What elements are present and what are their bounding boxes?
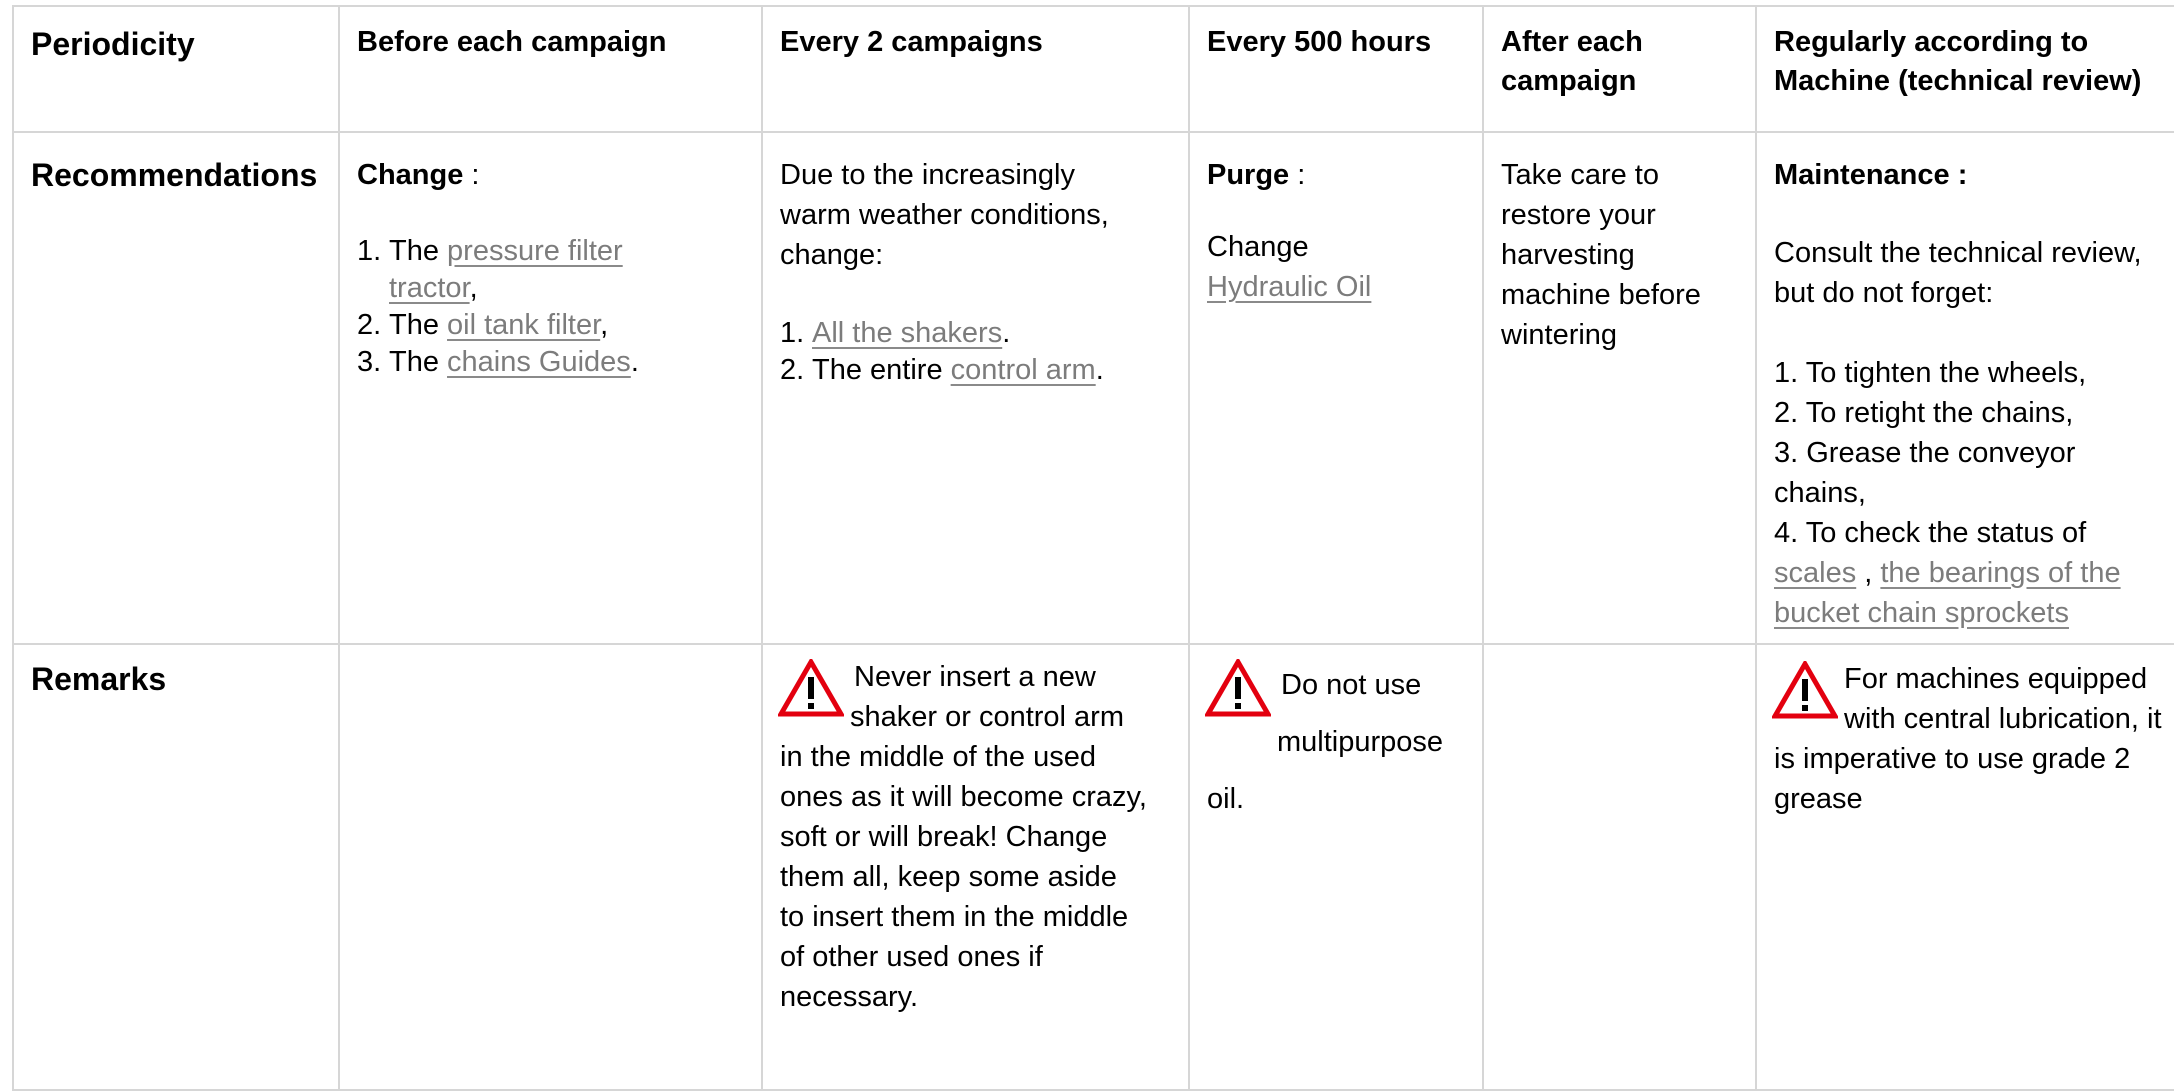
list-item: 3. Grease the conveyor chains,	[1774, 437, 2076, 509]
list-item: 1. The pressure filter tractor,	[357, 235, 623, 304]
list-item: 1. All the shakers.	[780, 317, 1011, 349]
rec-every-2-list: 1. All the shakers. 2. The entire control …	[780, 315, 1148, 389]
recommendations-row: Recommendations Change : 1. The pressure …	[12, 131, 2174, 645]
remarks-row: Remarks Never insert a new shaker or con…	[12, 643, 2174, 1091]
remark-every-2-campaigns: Never insert a new shaker or control arm…	[761, 643, 1190, 1091]
change-label: Change	[357, 159, 464, 191]
all-the-shakers-link[interactable]: All the shakers	[812, 317, 1002, 349]
rec-change-heading: Change :	[357, 155, 745, 195]
remarks-label: Remarks	[12, 643, 340, 1091]
warning-triangle-icon	[1205, 659, 1271, 717]
header-every-500-hours: Every 500 hours	[1188, 5, 1484, 133]
rec-every-500-hours: Purge : Change Hydraulic Oil	[1188, 131, 1484, 645]
rec-after-each-campaign: Take care to restore your harvesting mac…	[1482, 131, 1757, 645]
rec-purge-heading: Purge :	[1207, 155, 1466, 195]
change-label-suffix: :	[463, 159, 480, 191]
rec-change-line: Change	[1207, 231, 1309, 263]
purge-label: Purge	[1207, 159, 1290, 191]
rec-weather-intro: Due to the increasingly warm weather con…	[780, 159, 1109, 271]
warning-triangle-icon	[1772, 661, 1838, 719]
header-row: Periodicity Before each campaign Every 2…	[12, 5, 2174, 133]
header-regularly-technical-review: Regularly according to Machine (technica…	[1755, 5, 2174, 133]
list-item: 1. To tighten the wheels,	[1774, 357, 2087, 389]
recommendations-label: Recommendations	[12, 131, 340, 645]
header-after-each-campaign: After each campaign	[1482, 5, 1757, 133]
chains-guides-link[interactable]: chains Guides	[447, 346, 631, 378]
rec-technical-review: Maintenance : Consult the technical revi…	[1755, 131, 2174, 645]
remark-before-each-campaign	[338, 643, 763, 1091]
maintenance-table: Periodicity Before each campaign Every 2…	[12, 5, 2174, 1091]
purge-label-suffix: :	[1289, 159, 1306, 191]
list-item: 2. To retight the chains,	[1774, 397, 2074, 429]
hydraulic-oil-link[interactable]: Hydraulic Oil	[1207, 271, 1371, 303]
rec-technical-intro: Consult the technical review, but do not…	[1774, 237, 2142, 309]
list-item: 2. The oil tank filter,	[357, 309, 609, 341]
remark-every-500-hours: Do not use multipurpose oil.	[1188, 643, 1484, 1091]
oil-tank-filter-link[interactable]: oil tank filter	[447, 309, 600, 341]
maintenance-heading: Maintenance :	[1774, 159, 1968, 191]
list-item: 3. The chains Guides.	[357, 346, 639, 378]
periodicity-header: Periodicity	[12, 5, 340, 133]
scales-link[interactable]: scales	[1774, 557, 1856, 589]
rec-every-2-campaigns: Due to the increasingly warm weather con…	[761, 131, 1190, 645]
rec-change-list: 1. The pressure filter tractor, 2. The oil…	[357, 233, 745, 381]
header-before-each-campaign: Before each campaign	[338, 5, 763, 133]
list-item: 4. To check the status of scales , the b…	[1774, 517, 2121, 629]
warning-triangle-icon	[778, 659, 844, 717]
list-item: 2. The entire control arm.	[780, 354, 1104, 386]
rec-before-each-campaign: Change : 1. The pressure filter tractor, …	[338, 131, 763, 645]
control-arm-link[interactable]: control arm	[951, 354, 1096, 386]
remark-after-each-campaign	[1482, 643, 1757, 1091]
remark-technical-review: For machines equipped with central lubri…	[1755, 643, 2174, 1091]
header-every-2-campaigns: Every 2 campaigns	[761, 5, 1190, 133]
